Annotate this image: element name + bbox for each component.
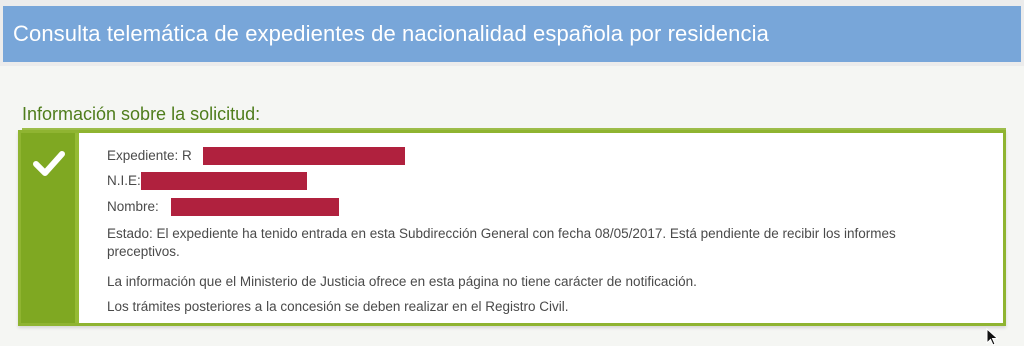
application-info-panel: Expediente: R N.I.E: Nombre: Estado: El … xyxy=(18,130,1006,326)
application-details: Expediente: R N.I.E: Nombre: Estado: El … xyxy=(107,147,987,314)
expediente-redacted-value xyxy=(203,147,405,165)
expediente-label: Expediente: R xyxy=(107,148,192,163)
nombre-row: Nombre: xyxy=(107,198,987,216)
expediente-row: Expediente: R xyxy=(107,147,987,165)
nombre-redacted-value xyxy=(171,198,339,216)
checkmark-icon xyxy=(33,151,65,176)
notice-text: La información que el Ministerio de Just… xyxy=(107,274,697,289)
header-bar: Consulta telemática de expedientes de na… xyxy=(3,6,1021,62)
status-strip xyxy=(21,133,79,323)
nie-label: N.I.E: xyxy=(107,173,141,188)
nie-row: N.I.E: xyxy=(107,172,987,190)
nombre-label: Nombre: xyxy=(107,199,159,214)
estado-text: Estado: El expediente ha tenido entrada … xyxy=(107,226,896,259)
mouse-pointer-icon xyxy=(986,328,999,346)
header-band: Consulta telemática de expedientes de na… xyxy=(0,0,1024,66)
nie-redacted-value xyxy=(141,172,307,190)
section-heading: Información sobre la solicitud: xyxy=(22,104,261,124)
page: Consulta telemática de expedientes de na… xyxy=(0,0,1024,346)
page-title: Consulta telemática de expedientes de na… xyxy=(13,21,769,46)
tramites-text: Los trámites posteriores a la concesión … xyxy=(107,299,569,314)
